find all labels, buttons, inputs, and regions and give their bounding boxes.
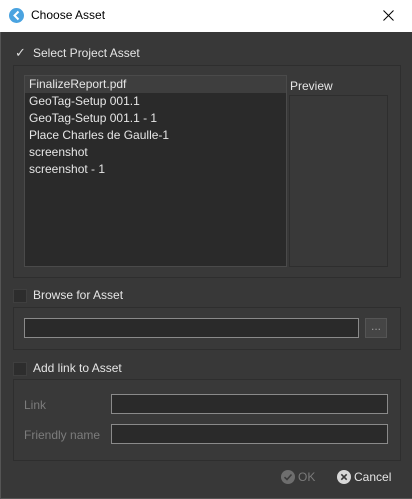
checkmark-icon: ✓ — [15, 46, 26, 61]
list-item[interactable]: FinalizeReport.pdf — [25, 76, 286, 93]
cancel-button-label: Cancel — [354, 470, 392, 484]
close-icon — [383, 10, 394, 21]
add-link-checkbox[interactable] — [13, 362, 27, 376]
select-project-asset-checkbox[interactable]: ✓ — [13, 46, 27, 61]
title-bar: Choose Asset — [0, 0, 412, 32]
browse-for-asset-label: Browse for Asset — [33, 288, 124, 302]
list-item[interactable]: Place Charles de Gaulle-1 — [25, 127, 286, 144]
add-link-option[interactable]: Add link to Asset — [13, 361, 163, 377]
ok-button-label: OK — [298, 470, 316, 484]
preview-pane — [289, 95, 388, 267]
app-logo-icon — [9, 8, 24, 23]
link-label: Link — [24, 398, 47, 412]
add-link-label: Add link to Asset — [33, 361, 122, 375]
asset-list[interactable]: FinalizeReport.pdf GeoTag-Setup 001.1 Ge… — [24, 75, 287, 267]
browse-for-asset-checkbox[interactable] — [13, 289, 27, 303]
cancel-button[interactable]: Cancel — [336, 467, 396, 487]
link-group — [13, 379, 401, 461]
cancel-circle-icon — [337, 470, 351, 484]
close-button[interactable] — [366, 0, 412, 32]
friendly-name-label: Friendly name — [24, 428, 101, 442]
select-project-asset-label: Select Project Asset — [33, 46, 140, 60]
browse-for-asset-option[interactable]: Browse for Asset — [13, 288, 163, 304]
list-item[interactable]: GeoTag-Setup 001.1 — [25, 93, 286, 110]
window-title: Choose Asset — [31, 8, 106, 22]
select-project-asset-option[interactable]: ✓ Select Project Asset — [13, 46, 173, 62]
list-item[interactable]: screenshot - 1 — [25, 161, 286, 178]
list-item[interactable]: screenshot — [25, 144, 286, 161]
link-field[interactable] — [111, 394, 388, 414]
browse-button[interactable]: ... — [365, 318, 387, 338]
ok-button[interactable]: OK — [280, 467, 320, 487]
check-circle-icon — [281, 470, 295, 484]
asset-path-field[interactable] — [24, 318, 359, 338]
list-item[interactable]: GeoTag-Setup 001.1 - 1 — [25, 110, 286, 127]
friendly-name-field[interactable] — [111, 424, 388, 444]
preview-label: Preview — [290, 79, 333, 93]
